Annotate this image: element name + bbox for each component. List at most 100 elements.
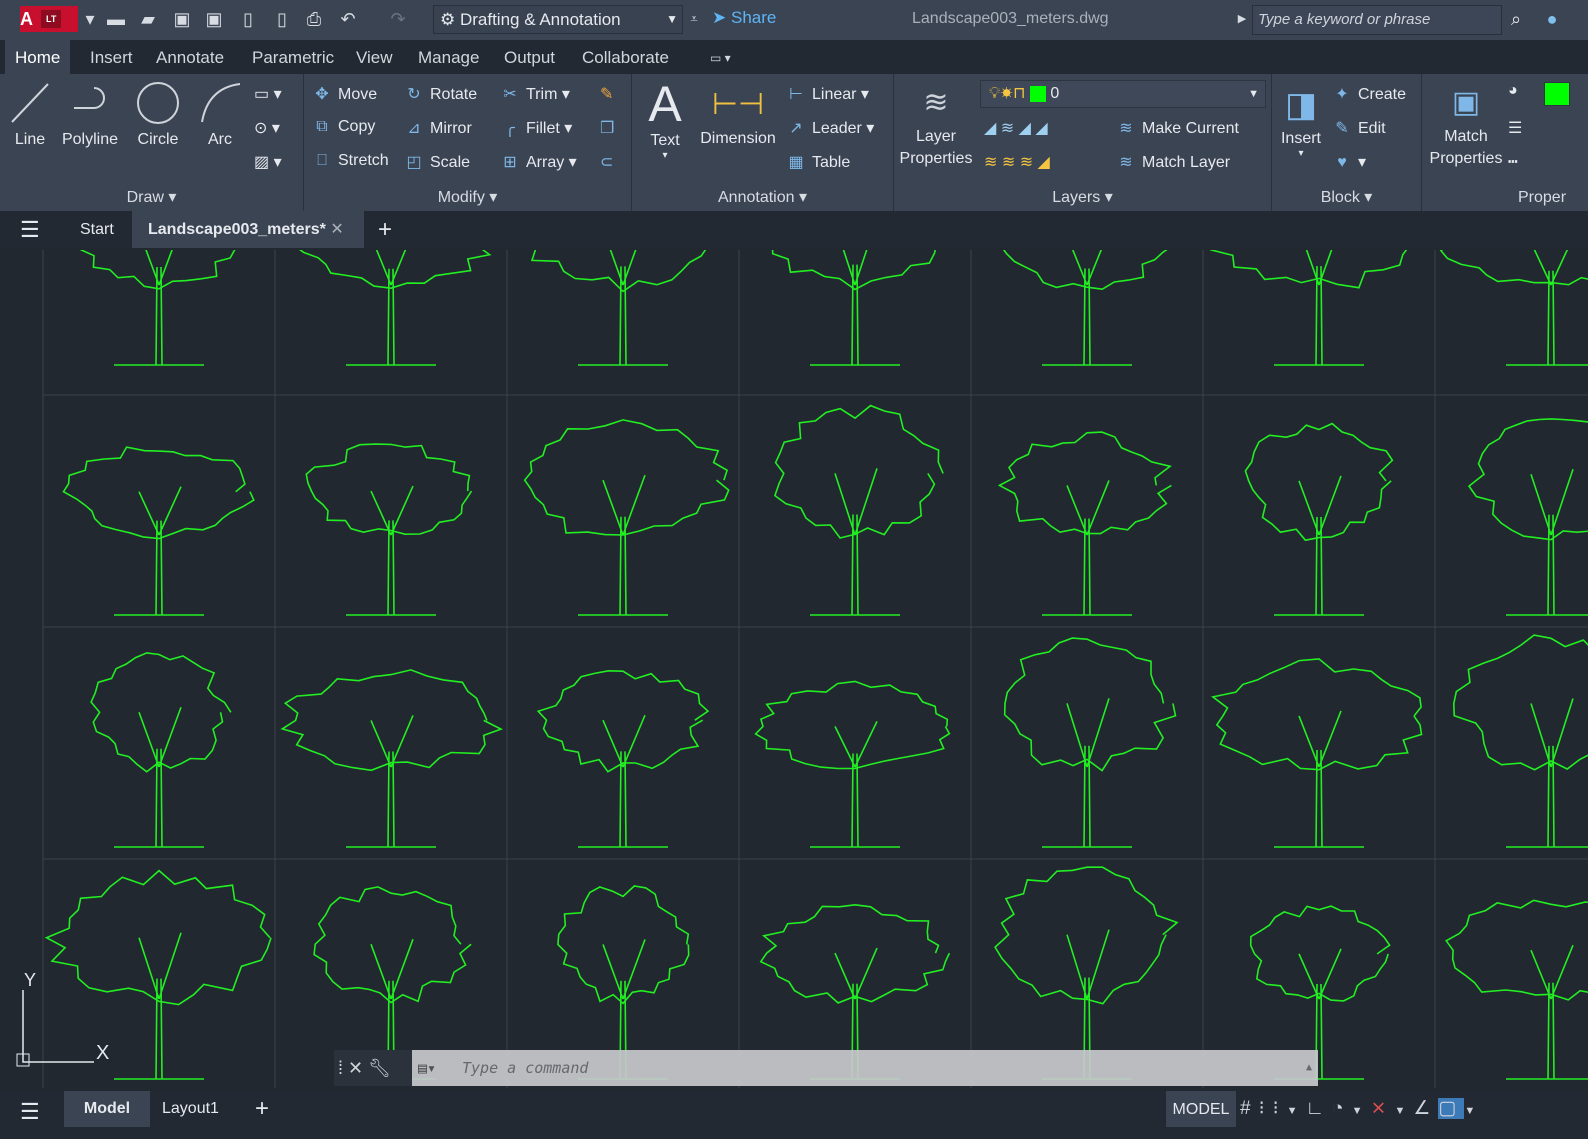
drag-handle-icon[interactable]: ⁞: [338, 1058, 343, 1078]
line-button[interactable]: Line: [6, 80, 54, 149]
circle-button[interactable]: Circle: [130, 80, 186, 149]
save-icon[interactable]: ▣: [172, 8, 192, 30]
grid-icon[interactable]: #: [1240, 1098, 1259, 1119]
explode-icon[interactable]: ❒: [600, 118, 614, 138]
stretch-button[interactable]: ⎕Stretch: [312, 152, 389, 170]
mirror-button[interactable]: ⊿Mirror: [404, 118, 472, 138]
scale-button[interactable]: ◰Scale: [404, 152, 470, 172]
chevron-down-icon[interactable]: ▼: [1352, 1105, 1371, 1117]
edit-block-button[interactable]: ✎Edit: [1332, 118, 1386, 138]
new-file-icon[interactable]: ▬: [106, 8, 126, 30]
offset-icon[interactable]: ⊂: [600, 152, 613, 172]
command-input[interactable]: ▤▾ Type a command ▲: [412, 1050, 1318, 1086]
customize-wrench-icon[interactable]: 🔧︎: [368, 1058, 391, 1078]
object-color-swatch[interactable]: [1544, 82, 1570, 106]
new-tab-plus-icon[interactable]: +: [378, 211, 392, 248]
open-mobile-icon[interactable]: ▯: [238, 8, 258, 30]
rectangle-button[interactable]: ▭ ▾: [254, 84, 282, 104]
drawing-canvas[interactable]: Y X: [0, 250, 1588, 1088]
linear-button[interactable]: ⊢Linear ▾: [786, 84, 869, 104]
open-folder-icon[interactable]: ▰: [138, 8, 158, 30]
chevron-down-icon[interactable]: ▼: [1394, 1105, 1413, 1117]
table-button[interactable]: ▦Table: [786, 152, 850, 172]
lineweight-icon[interactable]: ☰: [1508, 118, 1522, 138]
tab-landscape003[interactable]: Landscape003_meters* ✕: [132, 211, 364, 248]
erase-icon[interactable]: ✎: [600, 84, 613, 104]
command-history-up-icon[interactable]: ▲: [1306, 1050, 1312, 1086]
customize-qat-icon[interactable]: ⩡: [684, 8, 704, 30]
osnap-icon[interactable]: ⨯: [1371, 1098, 1395, 1119]
linetype-icon[interactable]: ┅: [1508, 152, 1518, 172]
save-as-icon[interactable]: ▣: [204, 8, 224, 30]
layer-properties-button[interactable]: ≋LayerProperties: [896, 80, 976, 170]
text-button[interactable]: AText▾: [642, 76, 688, 161]
lineweight-icon[interactable]: ∠: [1413, 1098, 1438, 1119]
layer-select[interactable]: 💡︎☀︎⊓ 0▼: [980, 80, 1266, 108]
fillet-button[interactable]: ╭Fillet ▾: [500, 118, 572, 138]
tab-start[interactable]: Start: [80, 211, 114, 248]
close-command-icon[interactable]: ✕: [348, 1058, 363, 1078]
save-mobile-icon[interactable]: ▯: [272, 8, 292, 30]
properties-panel-label[interactable]: Proper: [1518, 189, 1588, 207]
model-space-toggle[interactable]: MODEL: [1166, 1091, 1236, 1127]
polyline-button[interactable]: Polyline: [58, 80, 122, 149]
layout-menu-icon[interactable]: ☰: [20, 1099, 40, 1125]
arc-button[interactable]: Arc: [194, 80, 246, 149]
make-current-button[interactable]: ≋Make Current: [1116, 118, 1239, 138]
modify-panel-label[interactable]: Modify ▾: [304, 187, 631, 207]
insert-button[interactable]: ◨Insert▾: [1276, 80, 1326, 159]
app-logo[interactable]: ALT: [20, 6, 78, 32]
copy-button[interactable]: ⧉Copy: [312, 118, 375, 136]
plot-icon[interactable]: ⎙: [304, 8, 324, 30]
match-properties-button[interactable]: ▣MatchProperties: [1424, 80, 1508, 170]
search-input[interactable]: Type a keyword or phrase: [1252, 5, 1502, 35]
undo-icon[interactable]: ↶: [338, 8, 358, 30]
ellipse-button[interactable]: ⊙ ▾: [254, 118, 280, 138]
chevron-down-icon[interactable]: ▼: [1287, 1105, 1306, 1117]
layer-tools-row1-icons[interactable]: ◢ ≋ ◢ ◢: [984, 118, 1048, 138]
close-icon[interactable]: ✕: [330, 221, 343, 238]
move-button[interactable]: ✥Move: [312, 84, 377, 104]
draw-panel-label[interactable]: Draw ▾: [0, 187, 303, 207]
rotate-button[interactable]: ↻Rotate: [404, 84, 477, 104]
redo-icon[interactable]: ↷: [388, 8, 408, 30]
app-menu-chevron-icon[interactable]: ▾: [80, 8, 100, 30]
block-panel-label[interactable]: Block ▾: [1272, 187, 1421, 207]
search-icon[interactable]: ⌕: [1506, 8, 1526, 30]
trim-button[interactable]: ✂Trim ▾: [500, 84, 570, 104]
tab-collaborate[interactable]: Collaborate: [572, 40, 679, 74]
command-prompt-icon[interactable]: ▤▾: [418, 1050, 436, 1086]
tab-model[interactable]: Model: [64, 1091, 150, 1127]
ortho-icon[interactable]: ∟: [1306, 1098, 1333, 1119]
menu-icon[interactable]: ☰: [20, 211, 40, 248]
tab-layout1[interactable]: Layout1: [162, 1100, 219, 1118]
polar-icon[interactable]: ◔: [1332, 1098, 1351, 1119]
share-button[interactable]: ➤ Share: [712, 8, 776, 28]
annotation-panel-label[interactable]: Annotation ▾: [632, 187, 893, 207]
workspace-select[interactable]: ⚙ Drafting & Annotation▼: [433, 5, 683, 34]
create-block-button[interactable]: ✦Create: [1332, 84, 1406, 104]
ribbon-minimize-icon[interactable]: ▭ ▾: [700, 40, 741, 74]
tab-view[interactable]: View: [346, 40, 403, 74]
leader-button[interactable]: ↗Leader ▾: [786, 118, 874, 138]
search-expand-icon[interactable]: ▶: [1232, 8, 1252, 30]
layers-panel-label[interactable]: Layers ▾: [894, 187, 1271, 207]
tab-manage[interactable]: Manage: [408, 40, 489, 74]
tab-output[interactable]: Output: [494, 40, 565, 74]
tab-annotate[interactable]: Annotate: [146, 40, 234, 74]
match-layer-button[interactable]: ≋Match Layer: [1116, 152, 1230, 172]
color-wheel-icon[interactable]: ◕: [1508, 82, 1518, 100]
tab-parametric[interactable]: Parametric: [242, 40, 344, 74]
new-layout-plus-icon[interactable]: +: [255, 1095, 269, 1123]
dimension-button[interactable]: ⊢⊣Dimension: [696, 80, 780, 148]
snap-icon[interactable]: ⁝⁝: [1259, 1098, 1287, 1119]
tab-insert[interactable]: Insert: [80, 40, 143, 74]
array-button[interactable]: ⊞Array ▾: [500, 152, 577, 172]
chevron-down-icon[interactable]: ▼: [1464, 1105, 1483, 1117]
layer-tools-row2-icons[interactable]: ≋ ≋ ≋ ◢: [984, 152, 1050, 172]
block-attributes-button[interactable]: ♥▾: [1332, 152, 1366, 172]
selection-cycling-icon[interactable]: ▢: [1438, 1098, 1464, 1119]
tab-home[interactable]: Home: [5, 40, 70, 74]
hatch-button[interactable]: ▨ ▾: [254, 152, 282, 172]
user-icon[interactable]: ●: [1542, 8, 1562, 30]
